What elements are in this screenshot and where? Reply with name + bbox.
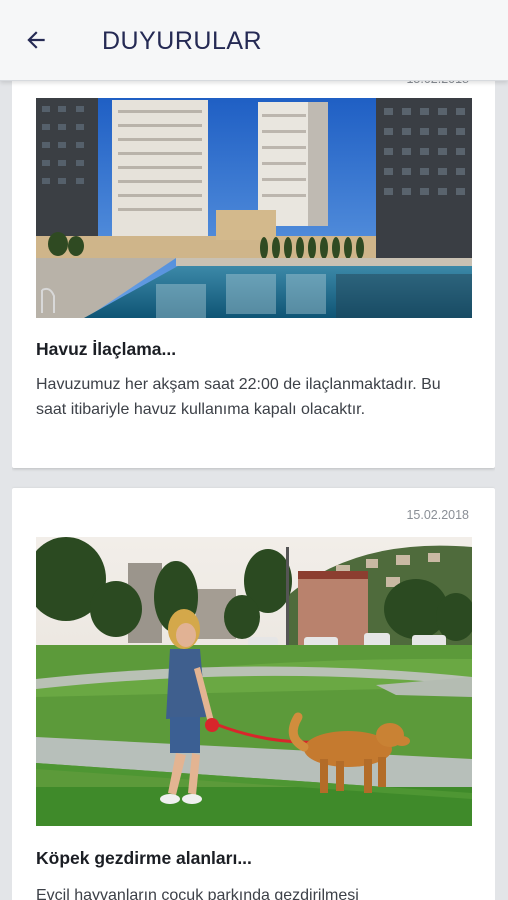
announcement-title: Havuz İlaçlama... bbox=[36, 339, 177, 359]
announcement-text: Evcil hayvanların çocuk parkında gezdiri… bbox=[36, 887, 359, 900]
announcement-text: Havuzumuz her akşam saat 22:00 de ilaçla… bbox=[36, 376, 441, 418]
announcement-card[interactable]: 15.02.2018 bbox=[12, 488, 495, 900]
arrow-left-icon bbox=[27, 31, 45, 49]
announcement-date: 15.02.2018 bbox=[406, 508, 469, 522]
announcement-list[interactable]: 15.02.2018 bbox=[12, 0, 495, 900]
app-header: DUYURULAR bbox=[0, 0, 508, 81]
page-title: DUYURULAR bbox=[102, 27, 263, 55]
announcement-image-dog-walk bbox=[36, 537, 472, 826]
announcement-image-pool bbox=[36, 98, 472, 318]
announcement-card[interactable]: 15.02.2018 bbox=[12, 60, 495, 468]
announcement-title: Köpek gezdirme alanları... bbox=[36, 848, 252, 868]
back-button[interactable] bbox=[18, 22, 54, 58]
